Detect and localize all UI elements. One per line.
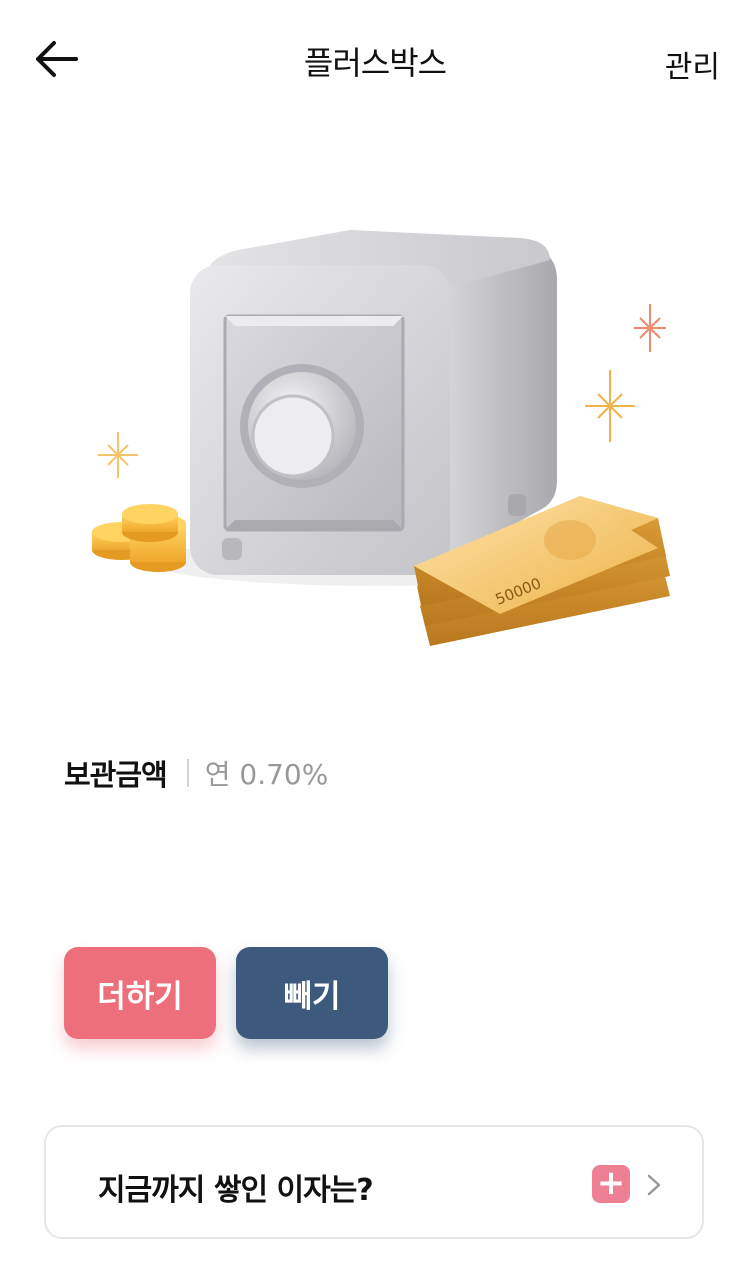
amount-label: 보관금액	[64, 758, 168, 792]
sparkle-icon	[585, 370, 635, 442]
safe-illustration: 50000	[92, 230, 670, 646]
plus-icon: +	[592, 1165, 630, 1203]
chevron-right-icon	[647, 1174, 661, 1196]
page-title: 플러스박스	[303, 44, 447, 82]
add-button[interactable]: 더하기	[64, 947, 216, 1039]
header: 플러스박스 관리	[0, 0, 750, 120]
manage-button[interactable]: 관리	[665, 42, 720, 86]
savings-info: 보관금액 연 0.70%	[64, 752, 328, 794]
subtract-button[interactable]: 빼기	[236, 947, 388, 1039]
sparkle-icon	[634, 304, 666, 352]
interest-rate: 연 0.70%	[204, 758, 329, 791]
accrued-interest-card[interactable]: 지금까지 쌓인 이자는? +	[44, 1125, 704, 1239]
sparkle-icon	[98, 432, 138, 478]
dial-knob	[251, 394, 335, 478]
divider	[186, 759, 189, 787]
coins	[92, 504, 186, 572]
interest-card-text: 지금까지 쌓인 이자는?	[98, 1173, 374, 1208]
